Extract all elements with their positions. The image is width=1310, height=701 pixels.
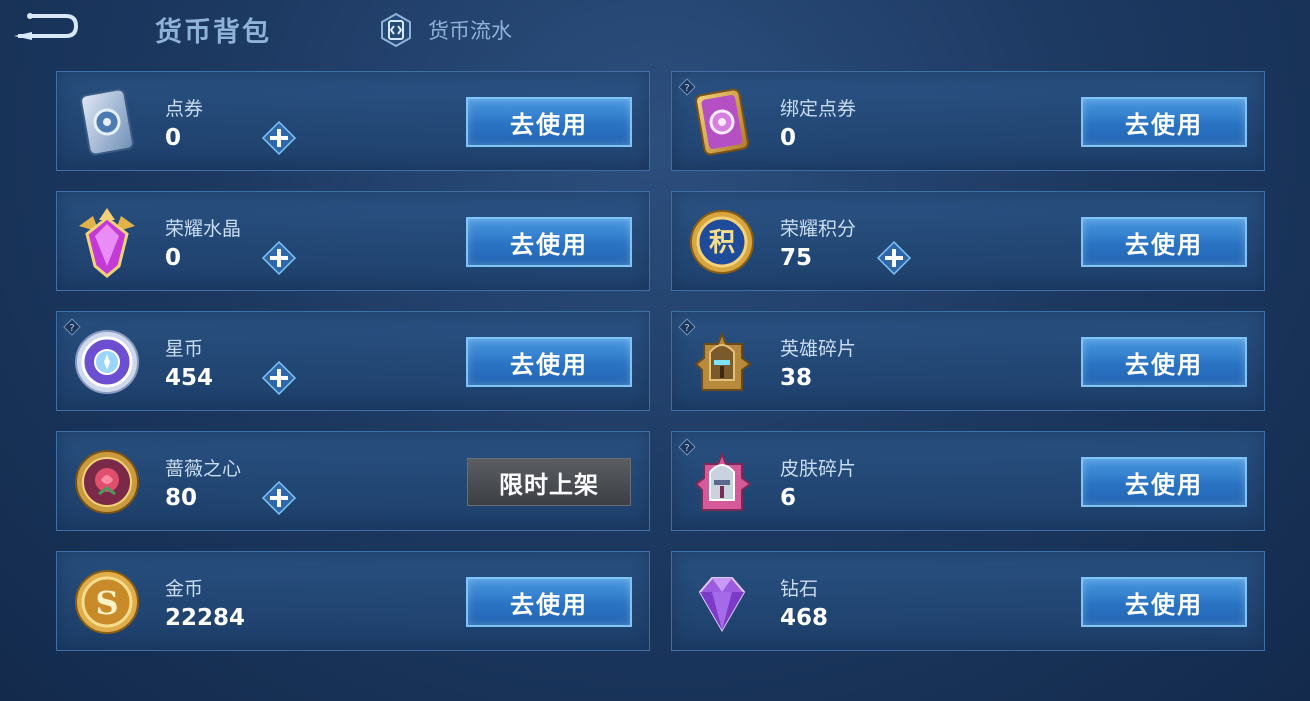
currency-flow-label: 货币流水 bbox=[428, 19, 512, 43]
glory-crystal-icon bbox=[79, 208, 135, 278]
add-star-coin-button[interactable] bbox=[261, 360, 297, 396]
add-glory-crystal-button[interactable] bbox=[261, 240, 297, 276]
currency-name: 荣耀水晶 bbox=[165, 218, 242, 240]
use-bound-coupon-button[interactable]: 去使用 bbox=[1081, 97, 1247, 147]
currency-card-rose-heart: 蔷薇之心 80 限时上架 bbox=[56, 431, 650, 531]
currency-name: 皮肤碎片 bbox=[780, 458, 857, 480]
plus-icon bbox=[876, 240, 912, 276]
limited-time-button[interactable]: 限时上架 bbox=[467, 458, 631, 506]
plus-icon bbox=[261, 120, 297, 156]
plus-icon bbox=[261, 240, 297, 276]
add-glory-points-button[interactable] bbox=[876, 240, 912, 276]
use-diamond-button[interactable]: 去使用 bbox=[1081, 577, 1247, 627]
currency-amount: 468 bbox=[780, 605, 829, 631]
currency-card-glory-points: 积 荣耀积分 75 去使用 bbox=[671, 191, 1265, 291]
diamond-icon bbox=[698, 577, 746, 632]
currency-card-gold-coin: S 金币 22284 去使用 bbox=[56, 551, 650, 651]
svg-text:S: S bbox=[95, 584, 118, 622]
use-skin-fragment-button[interactable]: 去使用 bbox=[1081, 457, 1247, 507]
currency-name: 金币 bbox=[165, 578, 204, 600]
currency-name: 蔷薇之心 bbox=[165, 458, 242, 480]
currency-name: 星币 bbox=[165, 338, 204, 360]
currency-amount: 0 bbox=[165, 125, 182, 151]
bound-coupon-icon bbox=[695, 88, 749, 156]
plus-icon bbox=[261, 480, 297, 516]
currency-card-skin-fragment: ? 皮肤碎片 6 去使用 bbox=[671, 431, 1265, 531]
currency-amount: 0 bbox=[780, 125, 797, 151]
currency-name: 英雄碎片 bbox=[780, 338, 857, 360]
currency-amount: 75 bbox=[780, 245, 813, 271]
currency-card-coupon: 点券 0 去使用 bbox=[56, 71, 650, 171]
currency-amount: 38 bbox=[780, 365, 813, 391]
use-coupon-button[interactable]: 去使用 bbox=[466, 97, 632, 147]
coupon-icon bbox=[80, 88, 134, 156]
currency-amount: 6 bbox=[780, 485, 797, 511]
currency-name: 绑定点券 bbox=[780, 98, 857, 120]
currency-amount: 22284 bbox=[165, 605, 246, 631]
back-button[interactable] bbox=[10, 10, 80, 46]
plus-icon bbox=[261, 360, 297, 396]
skin-fragment-icon bbox=[694, 451, 752, 511]
use-hero-fragment-button[interactable]: 去使用 bbox=[1081, 337, 1247, 387]
glory-points-icon: 积 bbox=[690, 210, 754, 274]
star-coin-icon bbox=[75, 330, 139, 394]
use-glory-crystal-button[interactable]: 去使用 bbox=[466, 217, 632, 267]
currency-amount: 80 bbox=[165, 485, 198, 511]
add-rose-heart-button[interactable] bbox=[261, 480, 297, 516]
top-bar: 货币背包 货币流水 bbox=[0, 0, 1310, 60]
use-star-coin-button[interactable]: 去使用 bbox=[466, 337, 632, 387]
currency-name: 荣耀积分 bbox=[780, 218, 857, 240]
page-title: 货币背包 bbox=[155, 17, 271, 48]
currency-name: 点券 bbox=[165, 98, 204, 120]
currency-flow-link[interactable]: 货币流水 bbox=[378, 12, 512, 48]
currency-card-diamond: 钻石 468 去使用 bbox=[671, 551, 1265, 651]
use-gold-coin-button[interactable]: 去使用 bbox=[466, 577, 632, 627]
currency-name: 钻石 bbox=[780, 578, 819, 600]
glory-points-icon-char: 积 bbox=[709, 228, 735, 258]
add-coupon-button[interactable] bbox=[261, 120, 297, 156]
currency-card-glory-crystal: 荣耀水晶 0 去使用 bbox=[56, 191, 650, 291]
back-arrow-icon bbox=[14, 13, 79, 40]
hero-fragment-icon bbox=[694, 331, 752, 391]
use-glory-points-button[interactable]: 去使用 bbox=[1081, 217, 1247, 267]
currency-amount: 0 bbox=[165, 245, 182, 271]
currency-card-bound-coupon: ? 绑定点券 0 去使用 bbox=[671, 71, 1265, 171]
currency-flow-icon bbox=[381, 12, 411, 48]
currency-card-star-coin: ? 星币 454 去使用 bbox=[56, 311, 650, 411]
rose-heart-icon bbox=[75, 450, 139, 514]
currency-amount: 454 bbox=[165, 365, 214, 391]
gold-coin-icon: S bbox=[75, 570, 139, 634]
currency-card-hero-fragment: ? 英雄碎片 38 去使用 bbox=[671, 311, 1265, 411]
